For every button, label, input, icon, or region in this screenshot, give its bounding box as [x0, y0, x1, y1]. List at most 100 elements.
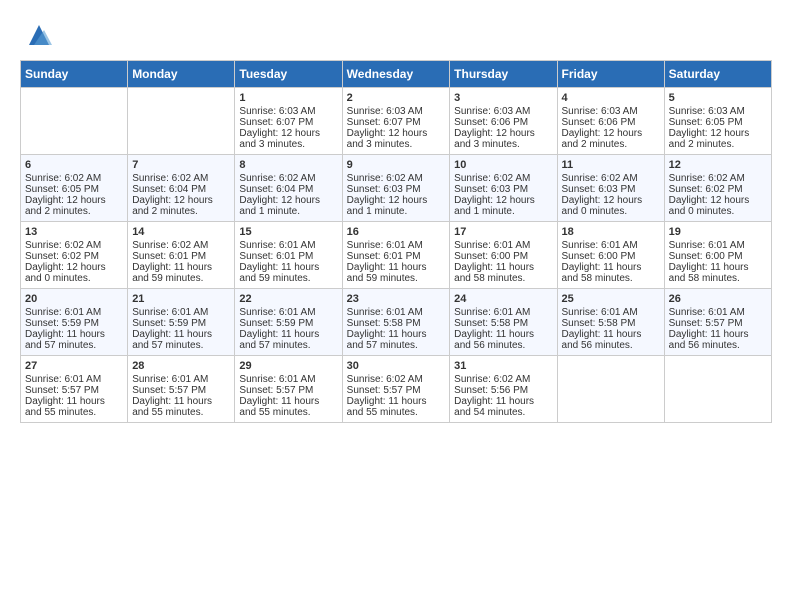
day-number: 8	[239, 159, 337, 171]
calendar-cell	[557, 356, 664, 423]
day-number: 23	[347, 293, 446, 305]
cell-text: Sunrise: 6:03 AM	[347, 106, 446, 117]
cell-text: Sunset: 6:04 PM	[239, 184, 337, 195]
cell-text: Sunrise: 6:01 AM	[239, 307, 337, 318]
cell-text: Sunrise: 6:01 AM	[25, 374, 123, 385]
calendar-header-row: SundayMondayTuesdayWednesdayThursdayFrid…	[21, 61, 772, 88]
calendar-table: SundayMondayTuesdayWednesdayThursdayFrid…	[20, 60, 772, 423]
cell-text: Sunrise: 6:01 AM	[669, 307, 767, 318]
cell-text: Sunrise: 6:03 AM	[562, 106, 660, 117]
day-number: 30	[347, 360, 446, 372]
day-number: 29	[239, 360, 337, 372]
day-number: 1	[239, 92, 337, 104]
calendar-cell: 26Sunrise: 6:01 AMSunset: 5:57 PMDayligh…	[664, 289, 771, 356]
cell-text: Sunset: 6:05 PM	[25, 184, 123, 195]
calendar-cell: 22 Sunrise: 6:01 AMSunset: 5:59 PMDayligh…	[235, 289, 342, 356]
cell-text: Sunset: 6:07 PM	[347, 117, 446, 128]
calendar-cell: 5Sunrise: 6:03 AMSunset: 6:05 PMDaylight…	[664, 88, 771, 155]
calendar-cell: 30Sunrise: 6:02 AMSunset: 5:57 PMDayligh…	[342, 356, 450, 423]
cell-text: Daylight: 11 hours and 57 minutes.	[239, 329, 337, 351]
day-number: 6	[25, 159, 123, 171]
day-number: 25	[562, 293, 660, 305]
day-number: 13	[25, 226, 123, 238]
day-header-tuesday: Tuesday	[235, 61, 342, 88]
cell-text: Sunset: 6:01 PM	[239, 251, 337, 262]
cell-text: Sunrise: 6:01 AM	[454, 307, 552, 318]
cell-text: Sunset: 5:59 PM	[25, 318, 123, 329]
cell-text: Daylight: 12 hours and 1 minute.	[454, 195, 552, 217]
calendar-cell: 6Sunrise: 6:02 AMSunset: 6:05 PMDaylight…	[21, 155, 128, 222]
day-number: 26	[669, 293, 767, 305]
cell-text: Daylight: 11 hours and 54 minutes.	[454, 396, 552, 418]
cell-text: Sunset: 5:58 PM	[454, 318, 552, 329]
day-number: 24	[454, 293, 552, 305]
cell-text: Sunset: 6:07 PM	[239, 117, 337, 128]
cell-text: Daylight: 11 hours and 58 minutes.	[669, 262, 767, 284]
day-number: 12	[669, 159, 767, 171]
calendar-cell: 13 Sunrise: 6:02 AMSunset: 6:02 PMDayligh…	[21, 222, 128, 289]
cell-text: Daylight: 11 hours and 59 minutes.	[132, 262, 230, 284]
day-header-sunday: Sunday	[21, 61, 128, 88]
calendar-cell: 17Sunrise: 6:01 AMSunset: 6:00 PMDayligh…	[450, 222, 557, 289]
cell-text: Daylight: 11 hours and 57 minutes.	[347, 329, 446, 351]
day-number: 17	[454, 226, 552, 238]
cell-text: Sunrise: 6:01 AM	[347, 240, 446, 251]
cell-text: Sunset: 5:57 PM	[132, 385, 230, 396]
cell-text: Sunrise: 6:01 AM	[239, 374, 337, 385]
cell-text: Daylight: 11 hours and 56 minutes.	[454, 329, 552, 351]
cell-text: Sunrise: 6:01 AM	[669, 240, 767, 251]
cell-text: Daylight: 12 hours and 3 minutes.	[347, 128, 446, 150]
calendar-cell: 4Sunrise: 6:03 AMSunset: 6:06 PMDaylight…	[557, 88, 664, 155]
cell-text: Sunrise: 6:03 AM	[669, 106, 767, 117]
cell-text: Daylight: 12 hours and 0 minutes.	[25, 262, 123, 284]
calendar-cell: 16 Sunrise: 6:01 AMSunset: 6:01 PMDayligh…	[342, 222, 450, 289]
logo-icon	[24, 20, 54, 50]
cell-text: Daylight: 12 hours and 3 minutes.	[239, 128, 337, 150]
cell-text: Sunset: 6:02 PM	[25, 251, 123, 262]
cell-text: Daylight: 11 hours and 59 minutes.	[347, 262, 446, 284]
day-number: 5	[669, 92, 767, 104]
day-header-friday: Friday	[557, 61, 664, 88]
cell-text: Daylight: 11 hours and 55 minutes.	[132, 396, 230, 418]
day-number: 31	[454, 360, 552, 372]
cell-text: Daylight: 11 hours and 57 minutes.	[25, 329, 123, 351]
page-header	[20, 20, 772, 50]
cell-text: Sunrise: 6:01 AM	[347, 307, 446, 318]
cell-text: Daylight: 12 hours and 2 minutes.	[562, 128, 660, 150]
cell-text: Daylight: 12 hours and 0 minutes.	[562, 195, 660, 217]
cell-text: Sunset: 5:56 PM	[454, 385, 552, 396]
calendar-cell: 23Sunrise: 6:01 AMSunset: 5:58 PMDayligh…	[342, 289, 450, 356]
cell-text: Daylight: 12 hours and 0 minutes.	[669, 195, 767, 217]
cell-text: Daylight: 11 hours and 58 minutes.	[454, 262, 552, 284]
cell-text: Sunrise: 6:01 AM	[132, 374, 230, 385]
cell-text: Sunset: 5:59 PM	[239, 318, 337, 329]
calendar-cell: 19Sunrise: 6:01 AMSunset: 6:00 PMDayligh…	[664, 222, 771, 289]
cell-text: Sunrise: 6:02 AM	[347, 173, 446, 184]
day-header-wednesday: Wednesday	[342, 61, 450, 88]
calendar-cell: 29Sunrise: 6:01 AMSunset: 5:57 PMDayligh…	[235, 356, 342, 423]
cell-text: Sunset: 5:57 PM	[669, 318, 767, 329]
calendar-cell: 31 Sunrise: 6:02 AMSunset: 5:56 PMDayligh…	[450, 356, 557, 423]
cell-text: Daylight: 11 hours and 58 minutes.	[562, 262, 660, 284]
cell-text: Daylight: 11 hours and 57 minutes.	[132, 329, 230, 351]
day-number: 3	[454, 92, 552, 104]
cell-text: Sunrise: 6:02 AM	[25, 240, 123, 251]
cell-text: Sunrise: 6:02 AM	[454, 374, 552, 385]
day-number: 16	[347, 226, 446, 238]
cell-text: Sunrise: 6:02 AM	[347, 374, 446, 385]
calendar-cell: 3Sunrise: 6:03 AMSunset: 6:06 PMDaylight…	[450, 88, 557, 155]
cell-text: Daylight: 12 hours and 3 minutes.	[454, 128, 552, 150]
cell-text: Sunrise: 6:02 AM	[454, 173, 552, 184]
cell-text: Daylight: 11 hours and 56 minutes.	[562, 329, 660, 351]
day-number: 19	[669, 226, 767, 238]
cell-text: Sunset: 5:57 PM	[25, 385, 123, 396]
day-number: 22	[239, 293, 337, 305]
cell-text: Sunrise: 6:02 AM	[669, 173, 767, 184]
day-number: 7	[132, 159, 230, 171]
calendar-week-row: 27Sunrise: 6:01 AMSunset: 5:57 PMDayligh…	[21, 356, 772, 423]
cell-text: Sunrise: 6:01 AM	[454, 240, 552, 251]
day-header-thursday: Thursday	[450, 61, 557, 88]
cell-text: Sunrise: 6:02 AM	[132, 240, 230, 251]
cell-text: Sunset: 5:57 PM	[239, 385, 337, 396]
cell-text: Sunset: 6:01 PM	[347, 251, 446, 262]
